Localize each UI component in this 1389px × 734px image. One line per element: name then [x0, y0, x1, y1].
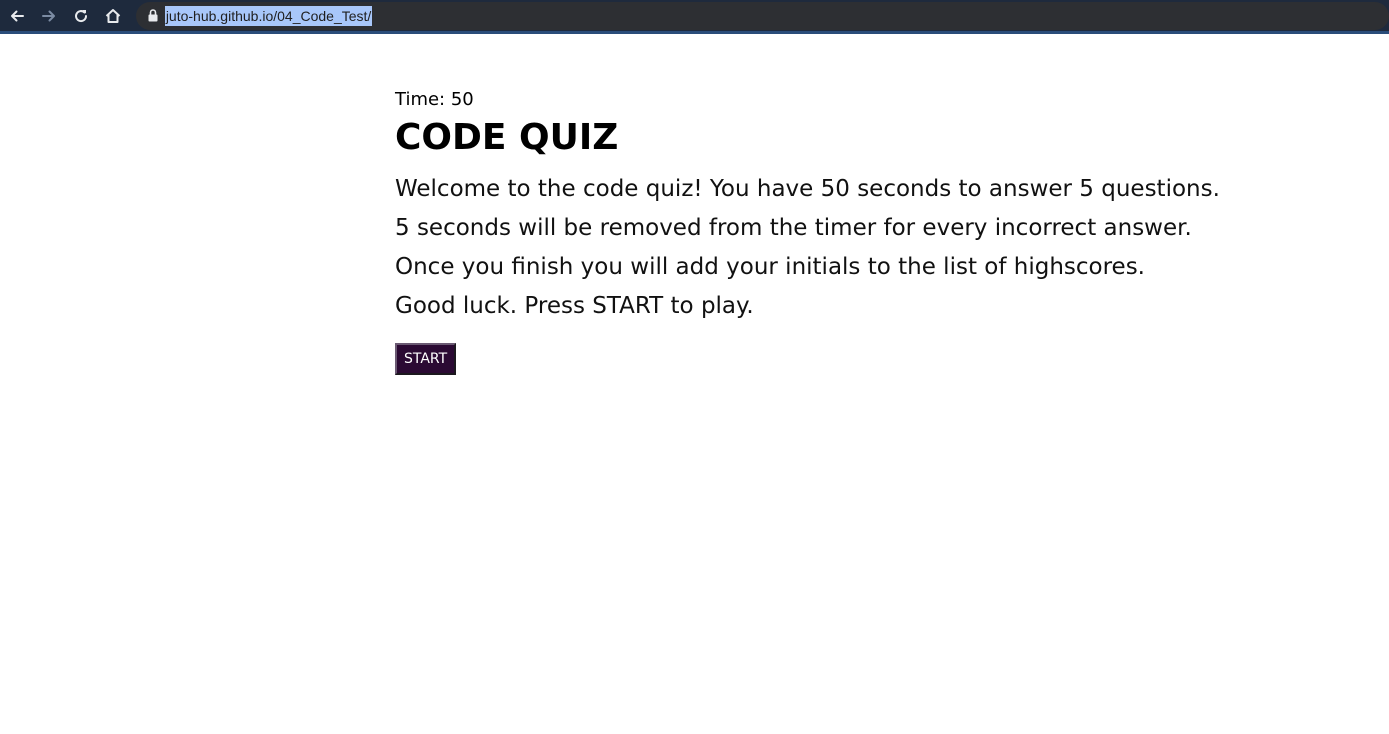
- back-button[interactable]: [2, 1, 32, 31]
- timer-label: Time:: [395, 89, 451, 110]
- reload-icon: [73, 8, 89, 24]
- back-arrow-icon: [9, 8, 25, 24]
- browser-toolbar: juto-hub.github.io/04_Code_Test/: [0, 0, 1389, 34]
- forward-button[interactable]: [34, 1, 64, 31]
- intro-text: Welcome to the code quiz! You have 50 se…: [395, 170, 1295, 326]
- intro-line: 5 seconds will be removed from the timer…: [395, 215, 1192, 241]
- timer: Time: 50: [395, 88, 1295, 112]
- intro-line: Welcome to the code quiz! You have 50 se…: [395, 176, 1220, 202]
- forward-arrow-icon: [41, 8, 57, 24]
- url-text[interactable]: juto-hub.github.io/04_Code_Test/: [164, 5, 373, 26]
- home-button[interactable]: [98, 1, 128, 31]
- address-bar[interactable]: juto-hub.github.io/04_Code_Test/: [135, 1, 1389, 30]
- timer-value: 50: [450, 89, 474, 110]
- intro-line: Good luck. Press START to play.: [395, 293, 754, 319]
- intro-line: Once you finish you will add your initia…: [395, 254, 1145, 280]
- lock-icon[interactable]: [147, 9, 159, 23]
- reload-button[interactable]: [66, 1, 96, 31]
- quiz-container: Time: 50 CODE QUIZ Welcome to the code q…: [395, 88, 1295, 375]
- page-title: CODE QUIZ: [395, 117, 619, 158]
- home-icon: [104, 7, 122, 25]
- start-button[interactable]: START: [395, 343, 457, 375]
